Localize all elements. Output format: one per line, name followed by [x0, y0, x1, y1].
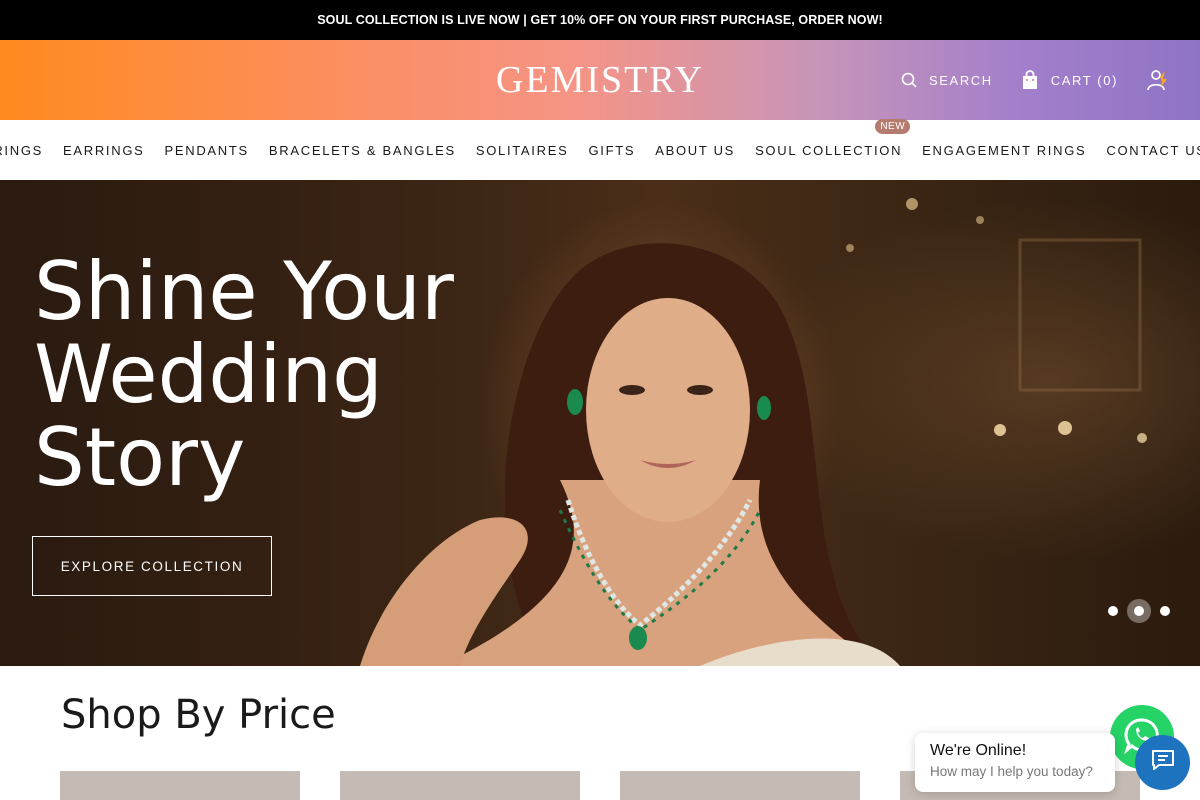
nav-item-gifts[interactable]: GIFTS — [588, 143, 635, 158]
chat-popup[interactable]: We're Online! How may I help you today? — [915, 733, 1115, 792]
search-label: SEARCH — [929, 72, 993, 88]
hero-banner: Shine Your Wedding Story EXPLORE COLLECT… — [0, 180, 1200, 666]
chat-title: We're Online! — [930, 742, 1027, 759]
price-card[interactable] — [620, 771, 860, 800]
cart-button[interactable]: CART (0) — [1021, 70, 1118, 90]
carousel-dots — [1108, 606, 1170, 616]
carousel-dot-3[interactable] — [1160, 606, 1170, 616]
site-header: GEMISTRY SEARCH CART (0) — [0, 40, 1200, 120]
hero-title: Shine Your Wedding Story — [34, 250, 534, 499]
main-nav: RINGS EARRINGS PENDANTS BRACELETS & BANG… — [0, 118, 1200, 180]
cart-icon — [1021, 70, 1039, 90]
hero-title-line: Wedding — [34, 328, 383, 421]
chat-icon — [1151, 749, 1175, 776]
nav-item-soul-collection[interactable]: SOUL COLLECTION NEW — [755, 118, 911, 158]
nav-item-bracelets-bangles[interactable]: BRACELETS & BANGLES — [269, 143, 456, 158]
hero-title-line: Story — [34, 411, 246, 504]
chat-button[interactable] — [1135, 735, 1190, 790]
carousel-dot-2[interactable] — [1134, 606, 1144, 616]
new-badge: NEW — [875, 118, 911, 134]
search-icon — [901, 72, 917, 88]
price-card[interactable] — [60, 771, 300, 800]
shop-by-price-title: Shop By Price — [61, 692, 336, 738]
cart-label: CART (0) — [1050, 72, 1118, 88]
account-button[interactable] — [1146, 69, 1168, 91]
nav-item-engagement-rings[interactable]: ENGAGEMENT RINGS — [922, 143, 1086, 158]
nav-item-earrings[interactable]: EARRINGS — [63, 143, 145, 158]
announcement-text: SOUL COLLECTION IS LIVE NOW | GET 10% OF… — [317, 13, 883, 27]
nav-item-contact-us[interactable]: CONTACT US — [1106, 143, 1200, 158]
nav-item-solitaires[interactable]: SOLITAIRES — [476, 143, 569, 158]
explore-collection-button[interactable]: EXPLORE COLLECTION — [32, 536, 272, 596]
nav-item-pendants[interactable]: PENDANTS — [165, 143, 249, 158]
nav-item-rings[interactable]: RINGS — [0, 143, 43, 158]
chat-subtitle: How may I help you today? — [930, 764, 1093, 779]
carousel-dot-1[interactable] — [1108, 606, 1118, 616]
header-actions: SEARCH CART (0) — [901, 40, 1168, 120]
announcement-bar: SOUL COLLECTION IS LIVE NOW | GET 10% OF… — [0, 0, 1200, 40]
price-card[interactable] — [340, 771, 580, 800]
nav-item-about-us[interactable]: ABOUT US — [655, 143, 735, 158]
hero-title-line: Shine Your — [34, 245, 454, 338]
nav-item-label: SOUL COLLECTION — [755, 142, 903, 158]
user-icon — [1146, 69, 1168, 91]
search-button[interactable]: SEARCH — [901, 72, 993, 88]
